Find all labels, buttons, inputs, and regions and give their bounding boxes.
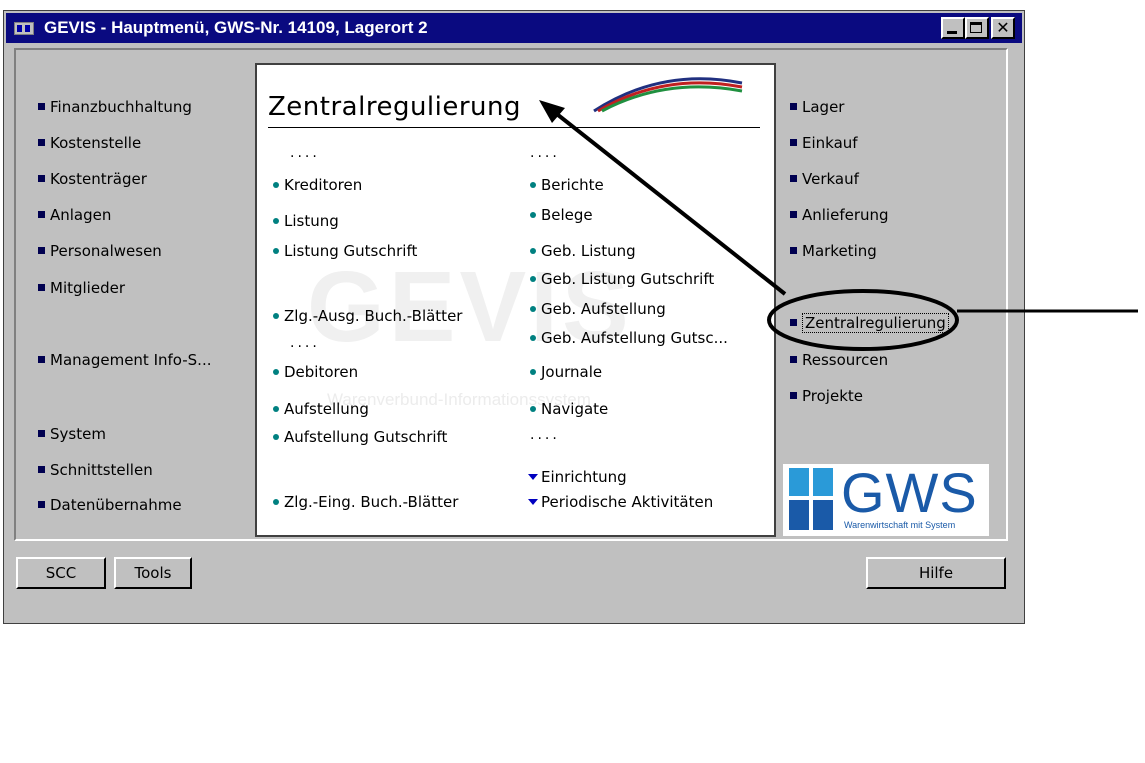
callout-arrow xyxy=(551,109,787,296)
annotation-overlay xyxy=(539,100,1138,351)
highlight-ellipse xyxy=(767,289,959,351)
